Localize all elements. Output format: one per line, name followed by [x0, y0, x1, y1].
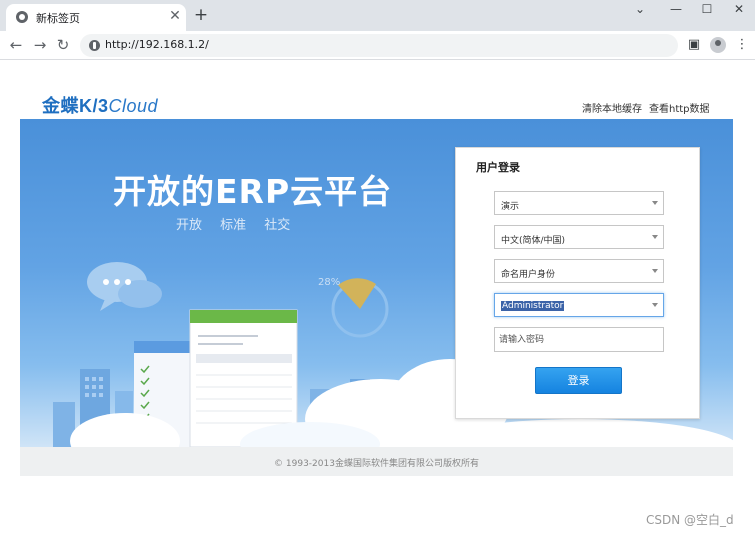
site-info-icon[interactable]: [89, 40, 100, 51]
username-value: Administrator: [501, 301, 565, 311]
clear-cache-link[interactable]: 清除本地缓存: [582, 100, 642, 115]
reload-button[interactable]: ↻: [53, 35, 73, 55]
url-text: http://192.168.1.2/: [105, 38, 209, 51]
watermark: CSDN @空白_d: [646, 513, 734, 527]
profile-icon[interactable]: [710, 37, 726, 53]
view-http-link[interactable]: 查看http数据: [649, 100, 710, 115]
chrome-icon: [16, 11, 28, 23]
sidebar-icon[interactable]: ▣: [685, 36, 703, 54]
close-window-button[interactable]: ✕: [724, 0, 754, 18]
login-title: 用户登录: [476, 161, 520, 174]
kingdee-logo: 金蝶K/3Cloud: [42, 92, 158, 118]
auth-type-select[interactable]: 命名用户身份: [494, 259, 664, 283]
footer: © 1993-2013金蝶国际软件集团有限公司版权所有: [20, 447, 733, 476]
data-center-select[interactable]: 演示: [494, 191, 664, 215]
language-value: 中文(简体/中国): [501, 236, 566, 246]
data-center-value: 演示: [501, 202, 520, 212]
login-button[interactable]: 登录: [535, 367, 622, 394]
hero-tags: 开放 标准 社交: [176, 218, 291, 233]
minimize-button[interactable]: —: [661, 0, 691, 18]
login-panel: 用户登录 演示 中文(简体/中国) 命名用户身份 Administrator 请…: [455, 147, 700, 419]
copyright-text: © 1993-2013金蝶国际软件集团有限公司版权所有: [274, 459, 479, 469]
chevron-down-icon: [652, 269, 658, 273]
chart-percent-label: 28%: [318, 277, 341, 288]
hero-banner: 28% 开放的ERP云平台 开放 标准 社交 用户登录 演示 中文(简体/中国)…: [20, 119, 733, 447]
tab-title: 新标签页: [36, 12, 80, 25]
address-bar[interactable]: http://192.168.1.2/: [80, 34, 678, 57]
pie-slice: [338, 278, 376, 309]
back-button[interactable]: ←: [6, 35, 26, 55]
browser-tab-bar: 新标签页 ✕ + ⌄ — ☐ ✕: [0, 0, 755, 31]
auth-type-value: 命名用户身份: [501, 270, 556, 280]
browser-toolbar: ← → ↻ http://192.168.1.2/ ▣ ⋮: [0, 31, 755, 60]
maximize-button[interactable]: ☐: [692, 0, 722, 18]
logo-text: 金蝶K/3: [42, 96, 109, 116]
language-select[interactable]: 中文(简体/中国): [494, 225, 664, 249]
password-placeholder: 请输入密码: [499, 335, 545, 345]
password-field[interactable]: 请输入密码: [494, 327, 664, 352]
logo-cloud-text: Cloud: [108, 96, 159, 116]
tab-close-icon[interactable]: ✕: [166, 7, 184, 25]
hero-title: 开放的ERP云平台: [113, 172, 393, 211]
new-tab-button[interactable]: +: [191, 5, 211, 25]
chevron-down-icon: [652, 201, 658, 205]
menu-icon[interactable]: ⋮: [733, 36, 751, 54]
chevron-down-icon: [652, 235, 658, 239]
tab-search-icon[interactable]: ⌄: [625, 0, 655, 18]
chevron-down-icon: [652, 303, 658, 307]
forward-button[interactable]: →: [30, 35, 50, 55]
browser-tab[interactable]: 新标签页 ✕: [6, 4, 186, 31]
username-field[interactable]: Administrator: [494, 293, 664, 317]
